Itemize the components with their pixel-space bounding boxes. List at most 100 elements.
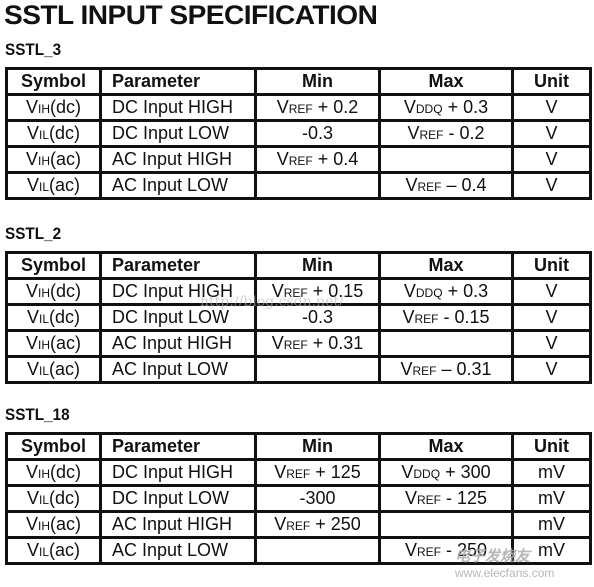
max-cell-text: REF [419,128,444,142]
unit-cell-text: V [545,123,558,143]
spec-table: Symbol Parameter Min Max Unit VIH(dc) DC Input… [5,67,592,200]
max-cell-text: V [401,462,414,482]
min-cell [254,171,381,200]
column-header: Max [378,251,514,280]
min-cell-text: V [276,97,289,117]
table-row: VIL(dc) DC Input LOW -300 VREF - 125 mV [5,484,592,513]
table-row: VIL(ac) AC Input LOW VREF – 0.31 V [5,355,592,384]
min-cell-text: + 125 [310,462,361,482]
symbol-cell: VIH(ac) [5,145,102,174]
max-cell-text: + 0.3 [442,97,489,117]
symbol-cell: VIL(dc) [5,484,102,513]
min-cell-text: -300 [299,488,336,508]
max-cell-text: - 0.15 [438,307,490,327]
unit-cell: V [511,355,592,384]
min-cell-text: REF [286,467,311,481]
header-row: Symbol Parameter Min Max Unit [5,67,592,96]
max-cell [378,329,514,358]
symbol-cell-text: IH [38,338,50,352]
parameter-cell: AC Input LOW [99,536,257,565]
min-cell: VREF + 0.4 [254,145,381,174]
min-cell-text: V [274,514,287,534]
symbol-cell-text: IH [38,286,50,300]
symbol-cell-text: IL [39,312,50,326]
max-cell-text: REF [416,493,441,507]
symbol-cell-text: (ac) [50,149,81,169]
symbol-cell: VIL(ac) [5,171,102,200]
max-cell-text: V [407,123,420,143]
symbol-cell-text: IH [38,102,50,116]
symbol-cell-text: (ac) [49,540,81,560]
column-header: Unit [511,67,592,96]
symbol-cell-text: (dc) [50,462,81,482]
table-row: VIH(dc) DC Input HIGH VREF + 0.2 VDDQ + 0.3… [5,93,592,122]
parameter-cell: DC Input LOW [99,119,257,148]
max-cell-text: REF [414,312,439,326]
min-cell-text: + 250 [310,514,361,534]
unit-cell-text: V [545,359,558,379]
symbol-cell: VIL(ac) [5,536,102,565]
symbol-cell-text: V [25,281,38,301]
symbol-cell-text: IL [39,545,50,559]
table-row: VIL(dc) DC Input LOW -0.3 VREF - 0.2 V [5,119,592,148]
parameter-cell-text: AC Input LOW [112,359,229,379]
max-cell-text: - 0.2 [443,123,485,143]
table-row: VIH(ac) AC Input HIGH VREF + 0.4 V [5,145,592,174]
max-cell-text: REF [416,545,441,559]
max-cell [378,145,514,174]
symbol-cell: VIH(dc) [5,93,102,122]
column-header: Min [254,251,381,280]
max-cell: VREF - 0.15 [378,303,514,332]
symbol-cell: VIH(dc) [5,458,102,487]
parameter-cell: DC Input HIGH [99,93,257,122]
unit-cell: mV [511,458,592,487]
column-header: Symbol [5,432,102,461]
symbol-cell-text: (ac) [49,359,81,379]
max-cell-text: V [404,488,417,508]
symbol-cell-text: (dc) [49,307,81,327]
parameter-cell-text: AC Input LOW [112,175,229,195]
max-cell [378,510,514,539]
max-cell-text: REF [417,180,442,194]
parameter-cell: AC Input LOW [99,355,257,384]
max-cell-text: + 0.3 [442,281,489,301]
symbol-cell-text: V [25,333,38,353]
min-cell: -0.3 [254,119,381,148]
symbol-cell-text: V [26,488,39,508]
parameter-cell-text: DC Input LOW [112,123,230,143]
section-title: SSTL_18 [5,405,70,424]
symbol-cell-text: IL [39,180,50,194]
unit-cell-text: mV [538,462,565,482]
parameter-cell: AC Input HIGH [99,145,257,174]
symbol-cell-text: (ac) [50,333,81,353]
symbol-cell-text: IH [38,519,50,533]
symbol-cell-text: IL [39,128,50,142]
symbol-cell-text: V [25,97,38,117]
symbol-cell-text: (dc) [49,488,81,508]
max-cell: VDDQ + 0.3 [378,93,514,122]
min-cell-text: V [274,462,287,482]
unit-cell-text: mV [538,514,565,534]
max-cell-text: – 0.31 [436,359,492,379]
max-cell-text: V [403,281,416,301]
min-cell: VREF + 125 [254,458,381,487]
min-cell-text: REF [288,102,313,116]
table-row: VIH(ac) AC Input HIGH VREF + 250 mV [5,510,592,539]
table-row: VIH(dc) DC Input HIGH VREF + 125 VDDQ + 300… [5,458,592,487]
min-cell: VREF + 0.2 [254,93,381,122]
max-cell-text: V [400,359,413,379]
min-cell-text: + 0.2 [312,97,359,117]
symbol-cell: VIH(dc) [5,277,102,306]
unit-cell: V [511,119,592,148]
symbol-cell-text: V [26,540,39,560]
column-header: Min [254,67,381,96]
watermark-site-url: www.elecfans.com [455,566,555,580]
symbol-cell-text: (ac) [50,514,81,534]
symbol-cell-text: V [26,175,39,195]
parameter-cell-text: AC Input HIGH [112,514,233,534]
symbol-cell-text: IH [38,154,50,168]
unit-cell-text: mV [538,540,565,560]
max-cell: VREF - 125 [378,484,514,513]
parameter-cell: AC Input HIGH [99,510,257,539]
column-header: Unit [511,432,592,461]
